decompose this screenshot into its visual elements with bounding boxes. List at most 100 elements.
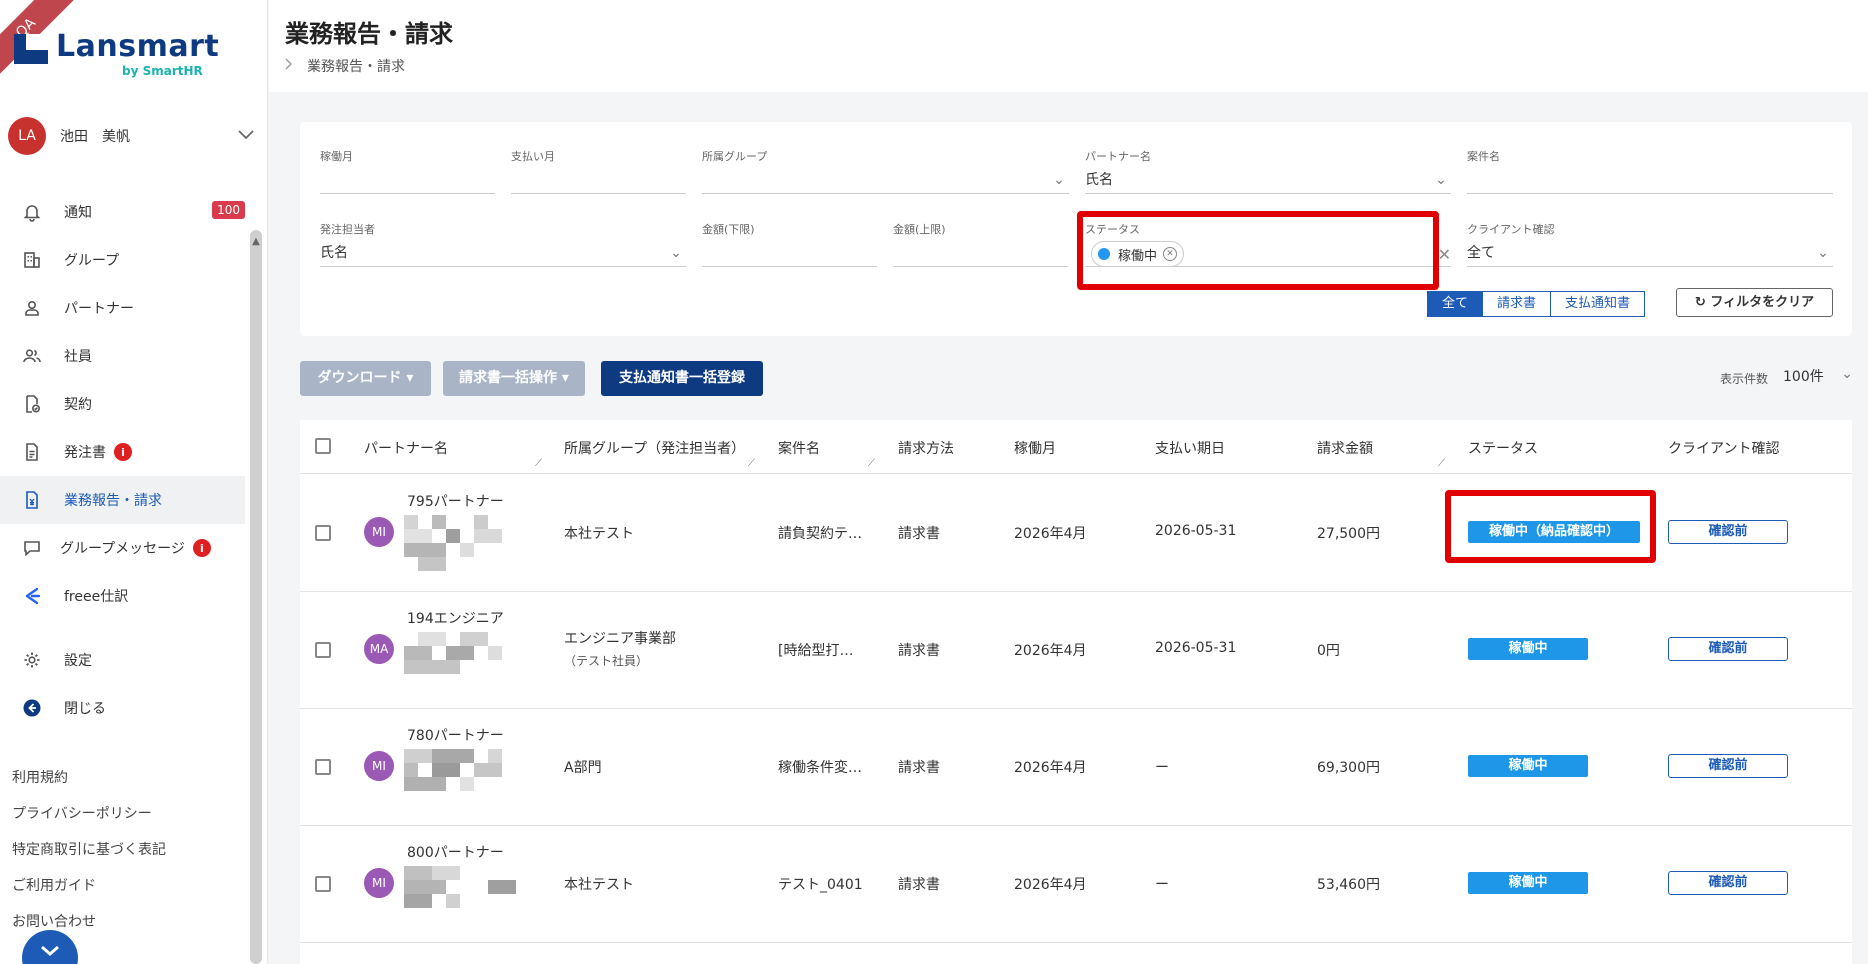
download-button[interactable]: ダウンロード ▾ (300, 361, 431, 396)
client-confirm-badge[interactable]: 確認前 (1668, 754, 1788, 778)
chevron-down-icon[interactable]: ⌄ (1433, 166, 1449, 194)
clear-filter-button[interactable]: ↻ フィルタをクリア (1676, 288, 1833, 317)
row-checkbox[interactable] (315, 642, 331, 658)
sidebar-item-notifications[interactable]: 通知 100 (0, 188, 245, 236)
partner-name-select[interactable]: 氏名 (1085, 166, 1451, 194)
chevron-down-icon[interactable]: ⌄ (1815, 239, 1831, 267)
col-client-confirm[interactable]: クライアント確認 (1668, 438, 1779, 458)
col-partner-name[interactable]: パートナー名 (364, 438, 448, 458)
sidebar-item-freee[interactable]: freee仕訳 (0, 572, 245, 620)
sidebar-item-contract[interactable]: 契約 (0, 380, 245, 428)
partner-avatar: MI (364, 751, 394, 781)
sidebar-item-work-report[interactable]: 業務報告・請求 (0, 476, 245, 524)
client-confirm-select[interactable]: 全て (1467, 239, 1833, 267)
logo-mark-icon (14, 34, 48, 64)
row-checkbox[interactable] (315, 525, 331, 541)
partner-name[interactable]: 800パートナー (407, 842, 504, 862)
per-page-select[interactable]: 100件 ⌄ (1783, 366, 1853, 390)
filter-project-name[interactable]: 案件名 (1467, 148, 1833, 198)
group-select[interactable] (702, 166, 1069, 194)
footer-link-guide[interactable]: ご利用ガイド (12, 875, 166, 911)
select-all-checkbox[interactable] (315, 438, 331, 454)
footer-link-commerce[interactable]: 特定商取引に基づく表記 (12, 839, 166, 875)
invoice-bulk-button[interactable]: 請求書一括操作 ▾ (443, 361, 585, 396)
resize-handle-icon[interactable]: ⟋ (1438, 458, 1448, 469)
group-cell: 本社テスト (564, 526, 634, 542)
method-cell: 請求書 (898, 643, 940, 659)
due-cell: ー (1155, 760, 1169, 776)
row-checkbox[interactable] (315, 876, 331, 892)
amount-cell: 53,460円 (1317, 877, 1380, 893)
payment-month-input[interactable] (511, 166, 686, 194)
tab-payment-notice[interactable]: 支払通知書 (1551, 291, 1646, 317)
sidebar-item-group[interactable]: グループ (0, 236, 245, 284)
sidebar-item-partner[interactable]: パートナー (0, 284, 245, 332)
filter-orderer[interactable]: 発注担当者 氏名 ⌄ (320, 221, 686, 271)
footer-link-terms[interactable]: 利用規約 (12, 767, 166, 803)
payment-notice-bulk-button[interactable]: 支払通知書一括登録 (601, 361, 763, 396)
partner-name[interactable]: 194エンジニア (407, 608, 504, 628)
sidebar-item-close[interactable]: 閉じる (0, 684, 245, 732)
filter-partner-name[interactable]: パートナー名 氏名 ⌄ (1085, 148, 1451, 198)
project-cell[interactable]: 請負契約テ… (778, 523, 862, 543)
method-cell: 請求書 (898, 760, 940, 776)
user-menu[interactable]: LA 池田 美帆 (8, 116, 258, 156)
client-confirm-badge[interactable]: 確認前 (1668, 637, 1788, 661)
sidebar-item-group-message[interactable]: グループメッセージ i (0, 524, 245, 572)
logo[interactable]: Lansmart (14, 30, 219, 64)
filter-work-month[interactable]: 稼働月 (320, 148, 495, 198)
col-work-month[interactable]: 稼働月 (1014, 438, 1056, 458)
scroll-up-icon[interactable]: ▲ (250, 236, 262, 248)
filter-amount-max[interactable]: 金額(上限) (893, 221, 1068, 271)
sidebar-item-settings[interactable]: 設定 (0, 636, 245, 684)
table-row[interactable]: MI 780パートナー A部門 稼働条件変… 請求書 2026年4月 ー 69,… (300, 709, 1852, 826)
resize-handle-icon[interactable]: ⟋ (748, 458, 758, 469)
breadcrumb-item[interactable]: 業務報告・請求 (307, 56, 405, 76)
amount-max-input[interactable] (893, 239, 1068, 267)
sidebar-scrollbar[interactable] (250, 230, 262, 964)
client-confirm-badge[interactable]: 確認前 (1668, 520, 1788, 544)
col-status[interactable]: ステータス (1468, 438, 1538, 458)
chevron-down-icon[interactable] (234, 128, 258, 144)
footer-link-privacy[interactable]: プライバシーポリシー (12, 803, 166, 839)
row-checkbox[interactable] (315, 759, 331, 775)
sidebar-item-employee[interactable]: 社員 (0, 332, 245, 380)
bell-icon (20, 200, 44, 224)
col-group[interactable]: 所属グループ（発注担当者） (564, 438, 745, 458)
partner-name[interactable]: 795パートナー (407, 491, 504, 511)
amount-min-input[interactable] (702, 239, 877, 267)
breadcrumb: 業務報告・請求 (285, 56, 405, 76)
resize-handle-icon[interactable]: ⟋ (535, 458, 545, 469)
col-project[interactable]: 案件名 (778, 438, 820, 458)
filter-group[interactable]: 所属グループ ⌄ (702, 148, 1069, 198)
chevron-down-icon[interactable]: ⌄ (668, 239, 684, 267)
chevron-down-icon[interactable]: ⌄ (1051, 166, 1067, 194)
clear-selection-icon[interactable]: ✕ (1438, 245, 1451, 264)
project-cell[interactable]: [時給型打… (778, 640, 853, 660)
filter-amount-min[interactable]: 金額(下限) (702, 221, 877, 271)
filter-client-confirm[interactable]: クライアント確認 全て ⌄ (1467, 221, 1833, 271)
resize-handle-icon[interactable]: ⟋ (868, 458, 878, 469)
group-cell: A部門 (564, 760, 602, 776)
orderer-select[interactable]: 氏名 (320, 239, 686, 267)
work-month-input[interactable] (320, 166, 495, 194)
table-row[interactable]: MA 194エンジニア エンジニア事業部 （テスト社員） [時給型打… 請求書 … (300, 592, 1852, 709)
table-header: パートナー名 ⟋ 所属グループ（発注担当者） ⟋ 案件名 ⟋ 請求方法 稼働月 … (300, 420, 1852, 474)
project-cell[interactable]: テスト_0401 (778, 874, 863, 894)
col-amount[interactable]: 請求金額 (1317, 438, 1373, 458)
document-type-tabs: 全て 請求書 支払通知書 (1427, 291, 1646, 317)
tab-invoice[interactable]: 請求書 (1483, 291, 1552, 317)
field-label: パートナー名 (1085, 150, 1151, 163)
partner-name[interactable]: 780パートナー (407, 725, 504, 745)
field-label: 金額(下限) (702, 223, 755, 236)
col-due-date[interactable]: 支払い期日 (1155, 438, 1225, 458)
sidebar-item-label: パートナー (64, 301, 134, 317)
sidebar-item-purchase-order[interactable]: 発注書 i (0, 428, 245, 476)
tab-all[interactable]: 全て (1427, 291, 1484, 317)
project-name-input[interactable] (1467, 166, 1833, 194)
filter-payment-month[interactable]: 支払い月 (511, 148, 686, 198)
project-cell[interactable]: 稼働条件変… (778, 757, 862, 777)
client-confirm-badge[interactable]: 確認前 (1668, 871, 1788, 895)
col-method[interactable]: 請求方法 (898, 438, 954, 458)
table-row[interactable]: MI 800パートナー 本社テスト テスト_0401 請求書 2026年4月 ー… (300, 826, 1852, 943)
